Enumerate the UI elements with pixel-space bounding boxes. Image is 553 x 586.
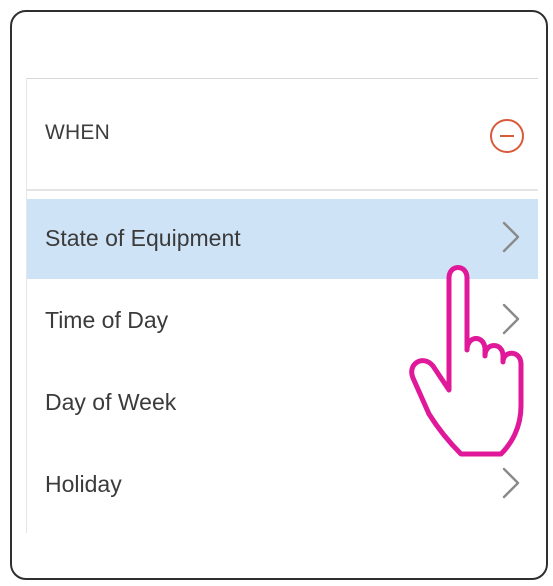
chevron-right-icon (502, 221, 520, 253)
hand-pointer-icon (409, 265, 524, 457)
menu-item-label: State of Equipment (45, 225, 241, 251)
when-title: WHEN (45, 121, 110, 144)
when-header: WHEN (27, 79, 538, 191)
menu-item-label: Time of Day (45, 307, 169, 333)
menu-item-label: Day of Week (45, 389, 177, 415)
chevron-right-icon (502, 467, 520, 499)
minus-circle-icon (500, 135, 514, 137)
remove-condition-button[interactable] (490, 119, 524, 153)
menu-item-label: Holiday (45, 471, 122, 497)
